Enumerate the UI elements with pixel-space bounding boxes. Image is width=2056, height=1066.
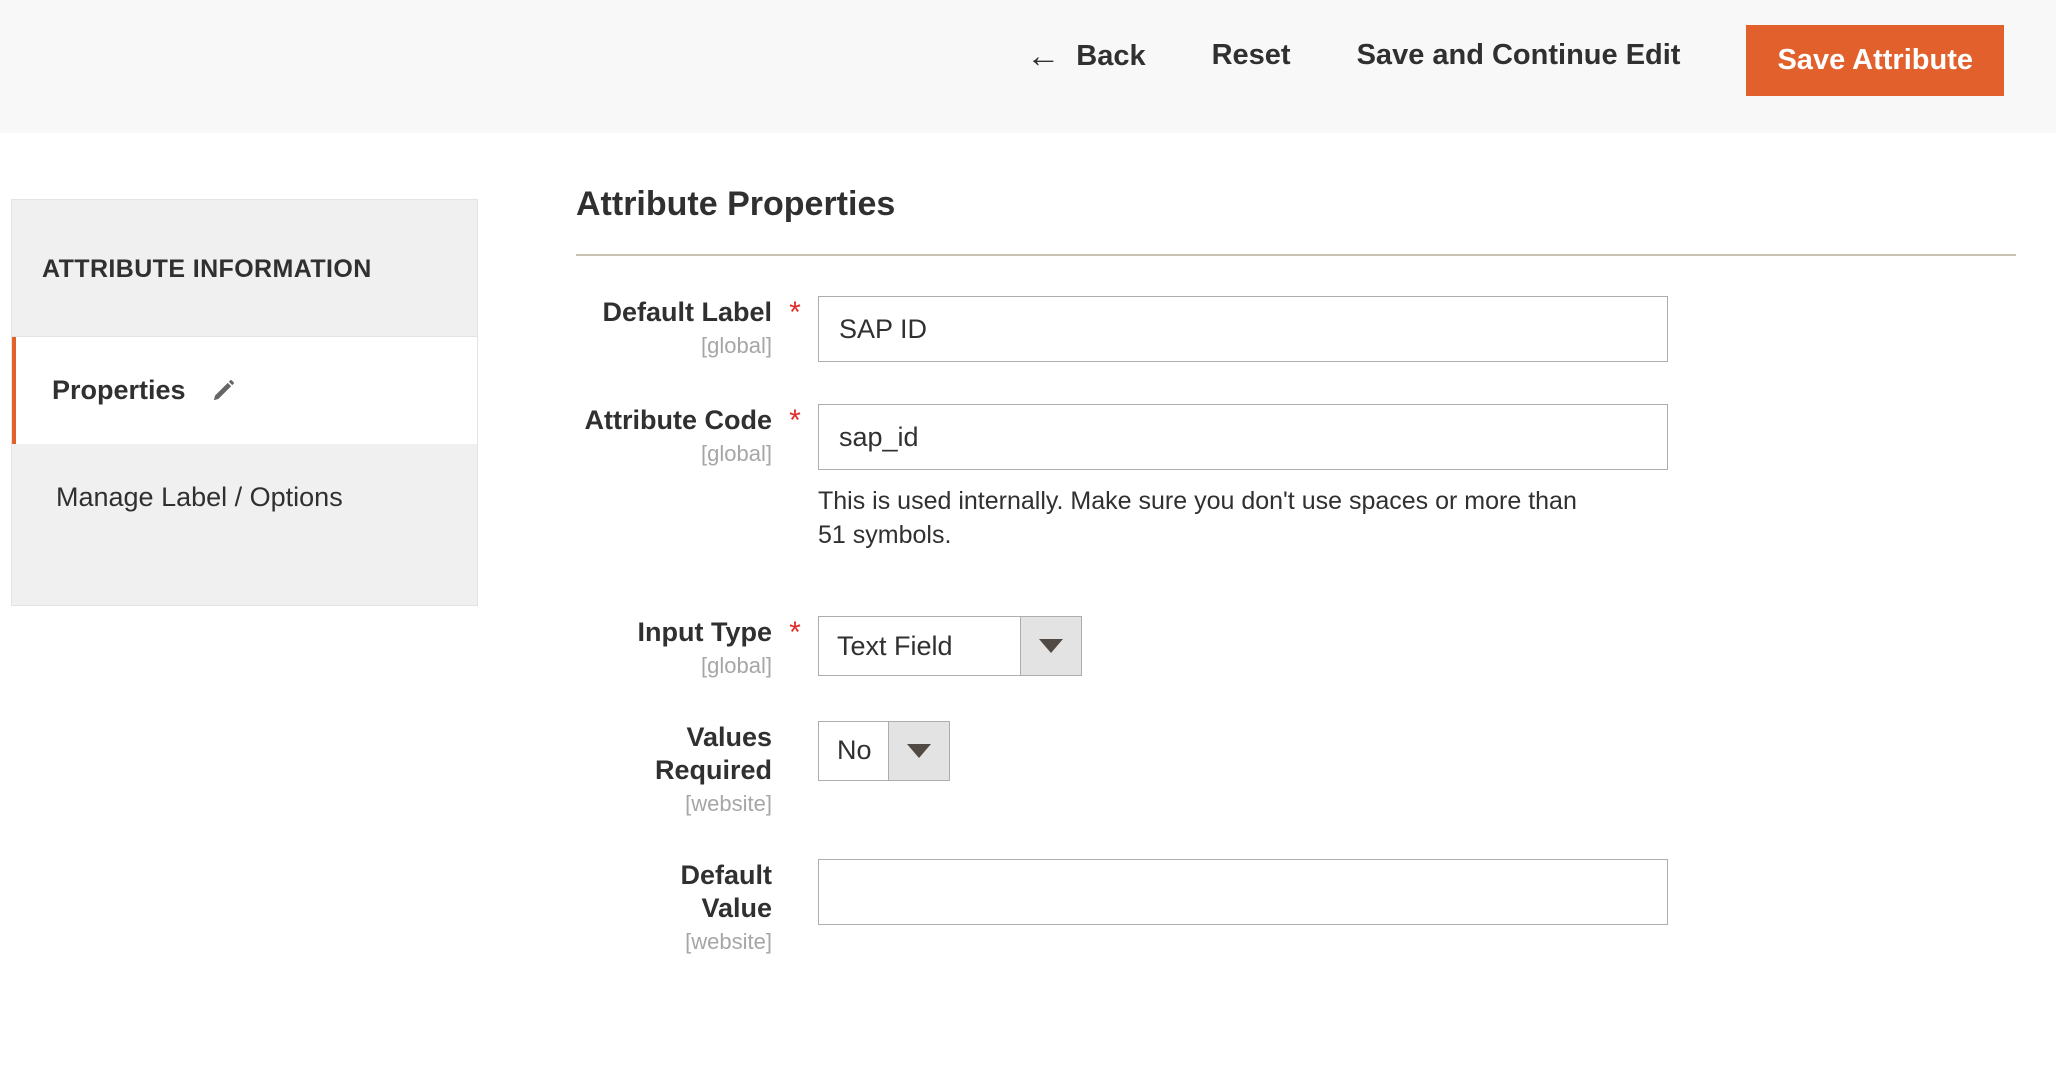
default-value-input[interactable]: [818, 858, 1668, 925]
input-type-select[interactable]: Text Field: [818, 616, 1082, 676]
field-attribute-code: Attribute Code [global] * This is used i…: [576, 404, 2056, 552]
save-and-continue-edit-button[interactable]: Save and Continue Edit: [1357, 25, 1681, 86]
section-divider: [576, 254, 2016, 256]
field-scope-note: [global]: [701, 652, 772, 678]
attribute-properties-form: Attribute Properties Default Label [glob…: [576, 133, 2056, 955]
reset-button[interactable]: Reset: [1212, 25, 1291, 86]
save-attribute-button[interactable]: Save Attribute: [1746, 25, 2004, 96]
sidebar-item-properties[interactable]: Properties: [12, 337, 477, 444]
page-header: ← Back Reset Save and Continue Edit Save…: [0, 0, 2056, 133]
page-actions-toolbar: ← Back Reset Save and Continue Edit Save…: [1026, 0, 2056, 133]
panel-footer: [12, 551, 477, 605]
input-type-selected-value: Text Field: [818, 616, 1020, 676]
required-asterisk: *: [789, 616, 801, 649]
field-default-label: Default Label [global] *: [576, 296, 2056, 362]
chevron-down-icon: [888, 720, 950, 781]
attribute-code-input[interactable]: [818, 404, 1668, 470]
values-required-selected-value: No: [818, 720, 888, 781]
field-label: Attribute Code [global]: [576, 404, 772, 467]
required-asterisk: *: [789, 404, 801, 437]
field-label: Default Label [global]: [576, 296, 772, 359]
values-required-select[interactable]: No: [818, 720, 950, 781]
required-asterisk: *: [789, 296, 801, 329]
section-title: Attribute Properties: [576, 185, 896, 223]
field-default-value: Default Value [website]: [576, 858, 2056, 955]
field-label-text: Default Label: [602, 297, 772, 327]
field-label-text-line2: Value: [701, 892, 772, 923]
field-label-text-line2: Required: [654, 754, 772, 785]
back-button-label: Back: [1076, 39, 1146, 72]
sidebar-item-manage-label-options[interactable]: Manage Label / Options: [12, 444, 477, 551]
attribute-code-note: This is used internally. Make sure you d…: [818, 487, 1577, 549]
field-input-type: Input Type [global] * Text Field: [576, 616, 2056, 679]
field-label-text-line1: Default: [680, 859, 772, 890]
field-scope-note: [website]: [685, 928, 772, 954]
default-label-input[interactable]: [818, 296, 1668, 362]
field-scope-note: [website]: [685, 790, 772, 816]
field-label-text: Input Type: [637, 617, 773, 647]
field-scope-note: [global]: [701, 440, 772, 466]
sidebar-item-label: Properties: [52, 375, 186, 405]
page-main: ATTRIBUTE INFORMATION Properties Manage …: [0, 133, 2056, 1066]
field-label: Default Value [website]: [576, 859, 772, 955]
panel-title: ATTRIBUTE INFORMATION: [12, 200, 477, 337]
sidebar-item-label: Manage Label / Options: [56, 482, 343, 512]
field-scope-note: [global]: [701, 332, 772, 358]
pencil-icon: [210, 378, 236, 404]
field-label-text: Attribute Code: [584, 405, 772, 435]
field-label-text-line1: Values: [686, 721, 772, 752]
field-label: Values Required [website]: [576, 721, 772, 817]
back-button[interactable]: ← Back: [1026, 25, 1145, 87]
arrow-left-icon: ←: [1026, 37, 1061, 75]
field-values-required: Values Required [website] No: [576, 720, 2056, 817]
field-label: Input Type [global]: [576, 616, 773, 679]
attribute-information-panel: ATTRIBUTE INFORMATION Properties Manage …: [11, 199, 478, 606]
chevron-down-icon: [1020, 616, 1082, 676]
